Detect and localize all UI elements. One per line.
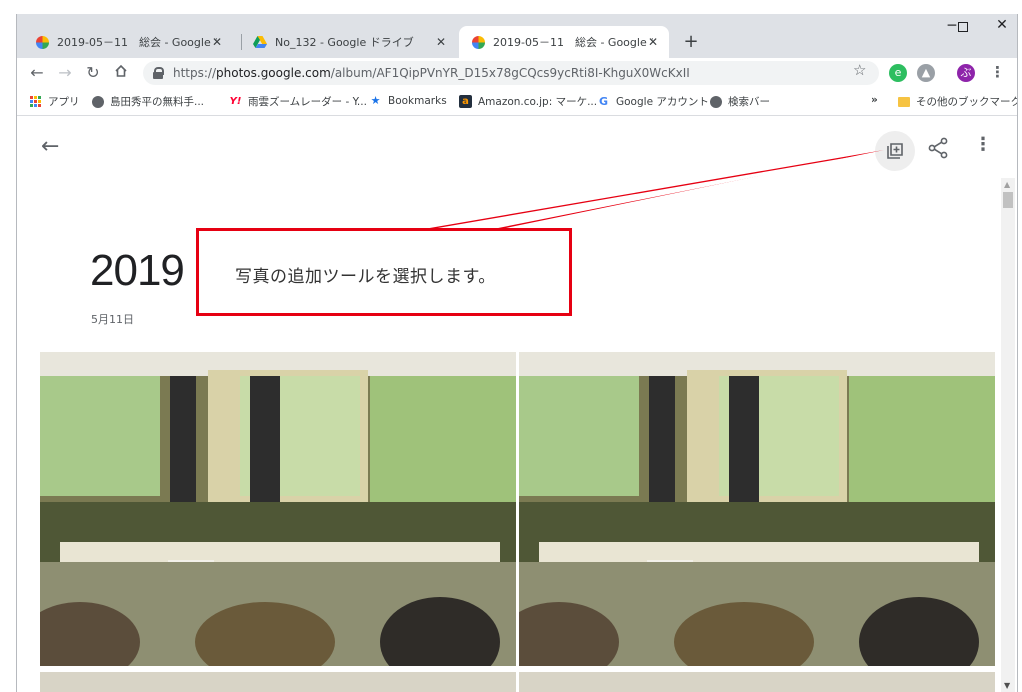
home-icon[interactable] <box>111 63 131 83</box>
album-date: 5月11日 <box>91 313 134 326</box>
globe-icon <box>91 95 104 108</box>
more-options-icon[interactable]: ⋮ <box>974 134 992 155</box>
back-icon[interactable]: ← <box>27 63 47 83</box>
add-photos-button[interactable] <box>875 131 915 171</box>
lock-icon <box>153 67 164 79</box>
url-path: /album/AF1QipPVnYR_D15x78gCQcs9ycRti8I-K… <box>330 66 690 80</box>
other-bookmarks-label: その他のブックマーク <box>916 96 1018 108</box>
tab-title: No_132 - Google ドライブ <box>275 36 414 49</box>
bookmark-google-account[interactable]: G Google アカウント <box>597 94 709 109</box>
forward-icon[interactable]: → <box>55 63 75 83</box>
browser-toolbar: ← → ↻ https:// photos.google.com /album/… <box>17 58 1017 88</box>
tab-drive[interactable]: No_132 - Google ドライブ ✕ <box>241 26 457 58</box>
scroll-up-arrow-icon[interactable]: ▲ <box>1004 180 1010 189</box>
bookmark-star-icon[interactable]: ☆ <box>853 61 866 79</box>
globe-icon <box>709 95 722 108</box>
bookmarks-bar: アプリ 島田秀平の無料手... Y! 雨雲ズームレーダー - Y... ★ Bo… <box>17 88 1018 116</box>
close-tab-icon[interactable]: ✕ <box>433 34 449 50</box>
close-window-button[interactable]: ✕ <box>979 17 1017 33</box>
scroll-down-arrow-icon[interactable]: ▼ <box>1004 681 1010 690</box>
yahoo-icon: Y! <box>229 96 242 107</box>
bookmark-apps[interactable]: アプリ <box>29 94 80 109</box>
tab-title: 2019-05－11 総会 - Google フォ <box>493 36 653 49</box>
google-photos-icon <box>471 35 485 49</box>
star-icon: ★ <box>370 94 381 107</box>
bookmark-label: Bookmarks <box>388 94 447 107</box>
browser-window: 2019-05－11 総会 - Google フォ ✕ No_132 - Goo… <box>16 14 1018 692</box>
scrollbar-thumb[interactable] <box>1003 192 1013 208</box>
google-icon: G <box>598 95 609 108</box>
folder-icon <box>897 95 910 108</box>
page-scrollbar[interactable]: ▲ ▼ <box>1001 178 1015 692</box>
browser-menu-icon[interactable]: ⋮ <box>990 63 1005 81</box>
meeting-photo-image <box>40 352 516 666</box>
bookmark-amazon[interactable]: a Amazon.co.jp: マーケ... <box>459 94 597 109</box>
photo-thumbnail[interactable] <box>40 672 516 692</box>
photo-thumbnail[interactable] <box>40 352 516 666</box>
google-photos-icon <box>35 35 49 49</box>
bookmark-bookmarks[interactable]: ★ Bookmarks <box>369 94 447 107</box>
album-title[interactable]: 2019 <box>90 246 185 296</box>
photo-thumbnail[interactable] <box>519 352 995 666</box>
drive-extension-icon[interactable]: ▲ <box>917 64 935 82</box>
close-tab-icon[interactable]: ✕ <box>209 34 225 50</box>
photos-album-page: ← ⋮ 2019 5月11日 ▲ ▼ <box>17 116 1017 692</box>
other-bookmarks-folder[interactable]: その他のブックマーク <box>897 94 1018 109</box>
add-photo-icon <box>887 143 903 159</box>
bookmark-label: 検索バー <box>728 96 770 108</box>
tab-title: 2019-05－11 総会 - Google フォ <box>57 36 217 49</box>
reload-icon[interactable]: ↻ <box>83 63 103 83</box>
tab-album-1[interactable]: 2019-05－11 総会 - Google フォ ✕ <box>23 26 233 58</box>
bookmark-label: 島田秀平の無料手... <box>110 96 205 108</box>
share-icon[interactable] <box>927 137 949 159</box>
meeting-photo-image <box>519 352 995 666</box>
apps-grid-icon <box>29 95 42 108</box>
bookmarks-overflow-button[interactable]: » <box>871 94 878 106</box>
amazon-icon: a <box>459 95 472 108</box>
bookmark-shimada[interactable]: 島田秀平の無料手... <box>91 94 204 109</box>
tab-strip: 2019-05－11 総会 - Google フォ ✕ No_132 - Goo… <box>17 14 1017 58</box>
bookmark-label: Amazon.co.jp: マーケ... <box>478 96 598 108</box>
callout-text: 写真の追加ツールを選択します。 <box>235 267 496 287</box>
annotation-callout: 写真の追加ツールを選択します。 <box>196 228 572 316</box>
google-drive-icon <box>253 35 267 49</box>
bookmark-label: Google アカウント <box>616 96 709 108</box>
bookmark-search-bar[interactable]: 検索バー <box>709 94 770 109</box>
url-host: photos.google.com <box>216 66 331 80</box>
url-prefix: https:// <box>173 66 217 80</box>
bookmark-label: 雨雲ズームレーダー - Y... <box>248 96 367 108</box>
photo-thumbnail[interactable] <box>519 672 995 692</box>
back-arrow-icon[interactable]: ← <box>41 134 59 159</box>
bookmark-label: アプリ <box>48 96 80 108</box>
bookmark-rain-radar[interactable]: Y! 雨雲ズームレーダー - Y... <box>229 94 367 109</box>
tab-album-active[interactable]: 2019-05－11 総会 - Google フォ ✕ <box>459 26 669 58</box>
address-bar[interactable]: https:// photos.google.com /album/AF1Qip… <box>143 61 879 85</box>
maximize-button[interactable] <box>953 20 973 36</box>
profile-avatar-icon[interactable]: ぶ <box>957 64 975 82</box>
close-tab-icon[interactable]: ✕ <box>645 34 661 50</box>
new-tab-button[interactable]: + <box>681 31 701 52</box>
evernote-extension-icon[interactable]: e <box>889 64 907 82</box>
